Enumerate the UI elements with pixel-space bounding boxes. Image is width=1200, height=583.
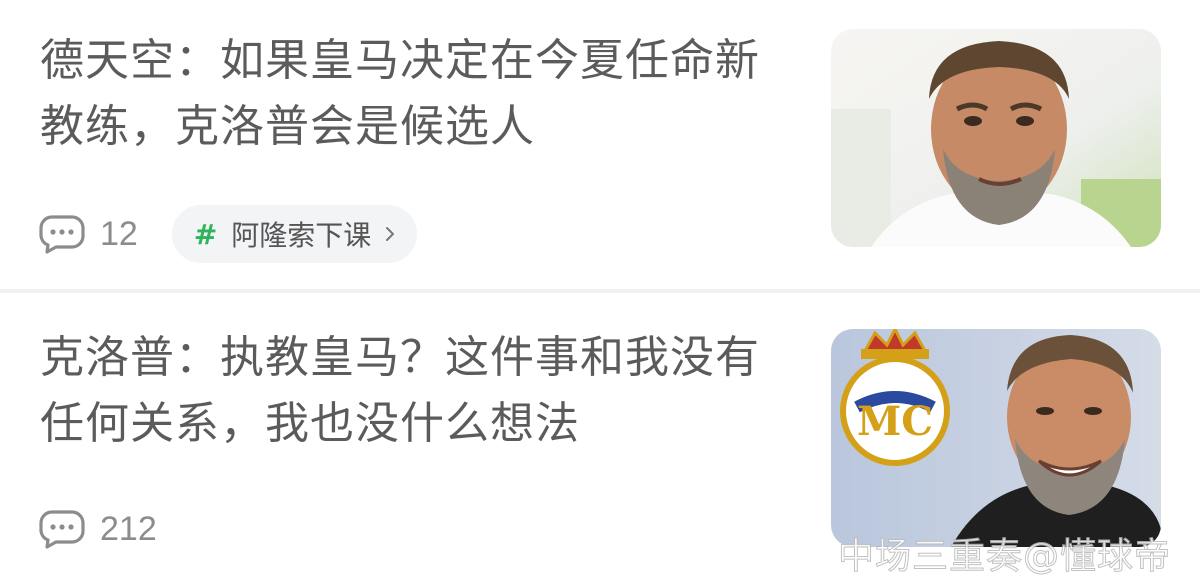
comment-count: 212 [100, 509, 157, 548]
article-title[interactable]: 德天空：如果皇马决定在今夏任命新教练，克洛普会是候选人 [40, 28, 800, 160]
article-meta: 212 [38, 499, 157, 559]
hash-icon: # [193, 217, 218, 251]
portrait-with-crest-photo: MC [831, 329, 1161, 547]
article-meta: 12 # 阿隆索下课 [38, 204, 418, 264]
article-card[interactable]: 德天空：如果皇马决定在今夏任命新教练，克洛普会是候选人 12 # 阿隆索下课 [0, 0, 1200, 289]
article-title[interactable]: 克洛普：执教皇马？这件事和我没有任何关系，我也没什么想法 [40, 325, 800, 457]
article-thumbnail[interactable]: MC [831, 329, 1161, 547]
chevron-right-icon [386, 227, 395, 241]
article-thumbnail[interactable] [831, 29, 1161, 247]
news-feed: 德天空：如果皇马决定在今夏任命新教练，克洛普会是候选人 12 # 阿隆索下课 克… [0, 0, 1200, 583]
topic-tag[interactable]: # 阿隆索下课 [171, 205, 418, 263]
watermark: 中场三重奏@懂球帝 [837, 536, 1172, 578]
comment-button[interactable]: 12 [38, 214, 138, 254]
svg-text:MC: MC [857, 398, 933, 445]
comment-icon [39, 215, 85, 254]
comment-count: 12 [100, 214, 138, 253]
comment-icon [39, 510, 85, 549]
comment-button[interactable]: 212 [38, 509, 157, 549]
portrait-photo [831, 29, 1161, 247]
topic-tag-label: 阿隆索下课 [231, 219, 372, 252]
